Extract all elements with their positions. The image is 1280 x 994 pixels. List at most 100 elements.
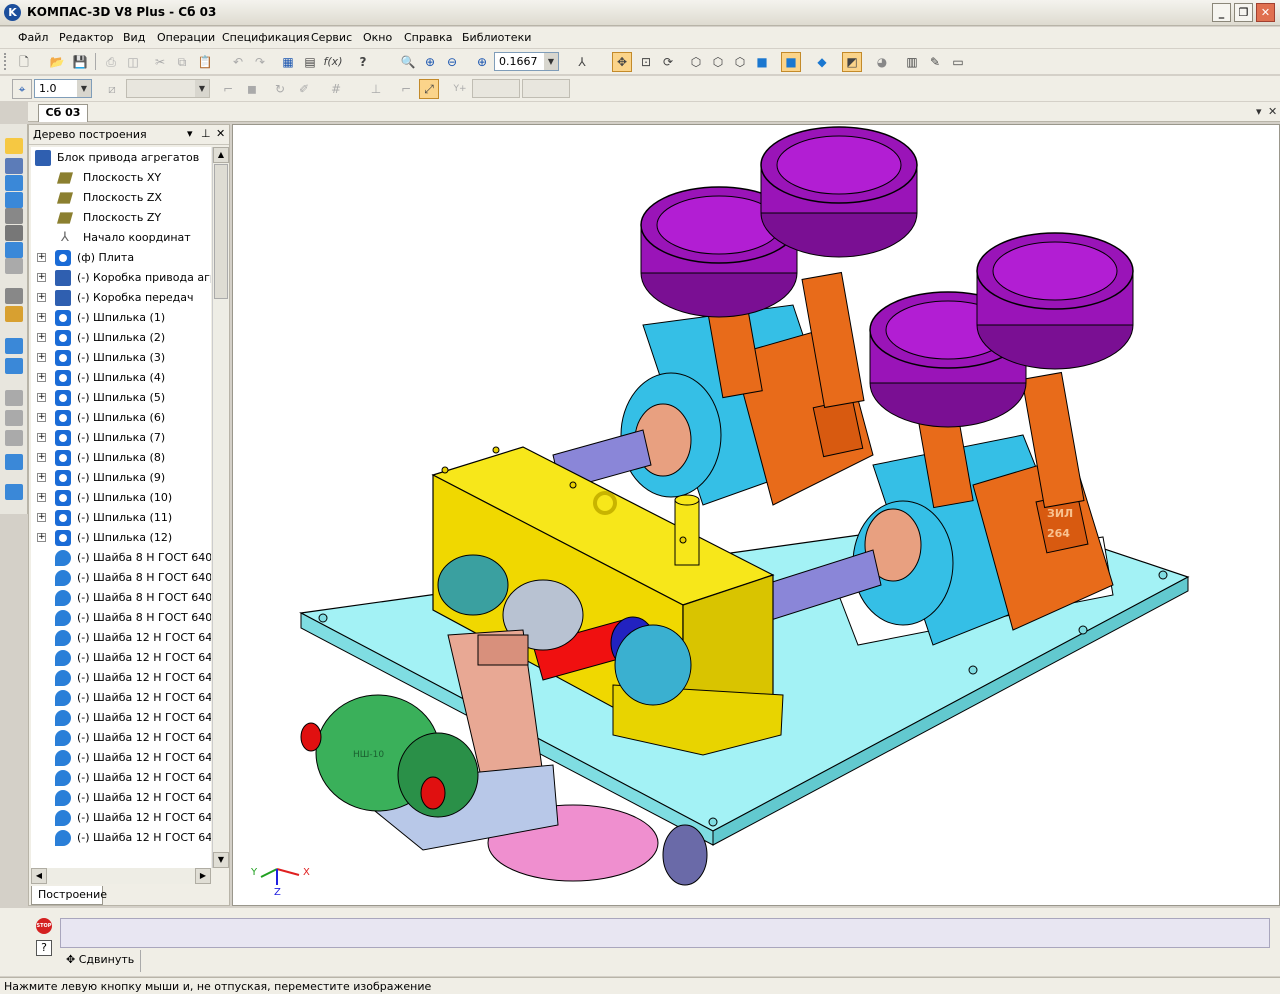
tree-item[interactable]: + (-) Шпилька (8): [31, 448, 211, 468]
chevron-down-icon[interactable]: ▾: [1256, 105, 1262, 118]
save-icon[interactable]: 💾: [70, 52, 90, 72]
edit-part-icon[interactable]: ◼: [242, 79, 262, 99]
tree-item[interactable]: Плоскость ZY: [31, 208, 211, 228]
expand-icon[interactable]: +: [37, 393, 46, 402]
tree-item[interactable]: + (-) Шпилька (10): [31, 488, 211, 508]
move-component-icon[interactable]: [5, 358, 23, 374]
surfaces-icon[interactable]: [5, 175, 23, 191]
restore-button[interactable]: ❐: [1234, 3, 1253, 22]
edit-icon[interactable]: [5, 138, 23, 154]
tree-horizontal-scrollbar[interactable]: ◀ ▶: [31, 868, 211, 884]
perspective-icon[interactable]: ◆: [812, 52, 832, 72]
close-button[interactable]: ✕: [1256, 3, 1275, 22]
local-coordinates-icon[interactable]: ⌖: [12, 79, 32, 99]
sketch-icon[interactable]: ⌐: [218, 79, 238, 99]
new-document-icon[interactable]: 🗋: [14, 52, 34, 72]
tree-item[interactable]: (-) Шайба 12 Н ГОСТ 6402-70: [31, 788, 211, 808]
help-pointer-icon[interactable]: ?: [353, 52, 373, 72]
tree-item[interactable]: (-) Шайба 12 Н ГОСТ 6402-70: [31, 628, 211, 648]
tree-item[interactable]: (-) Шайба 8 Н ГОСТ 6402-70: [31, 588, 211, 608]
menu-specification[interactable]: Спецификация: [222, 31, 309, 44]
close-icon[interactable]: ✕: [216, 127, 225, 140]
zoom-scale-icon[interactable]: ⊕: [472, 52, 492, 72]
chevron-down-icon[interactable]: ▼: [77, 80, 91, 97]
tree-item[interactable]: (-) Шайба 12 Н ГОСТ 6402-70: [31, 648, 211, 668]
tree-item[interactable]: (-) Шайба 12 Н ГОСТ 6402-70: [31, 668, 211, 688]
view-settings-icon[interactable]: ◩: [842, 52, 862, 72]
expand-icon[interactable]: +: [37, 413, 46, 422]
expand-icon[interactable]: +: [37, 313, 46, 322]
manager-icon[interactable]: ▦: [278, 52, 298, 72]
tree-item[interactable]: + (-) Коробка привода агрегатов: [31, 268, 211, 288]
zoom-in-icon[interactable]: ⊕: [420, 52, 440, 72]
tree-item[interactable]: (-) Шайба 12 Н ГОСТ 6402-70: [31, 828, 211, 848]
coord-x-field[interactable]: [472, 79, 520, 98]
tools-icon[interactable]: ✎: [925, 52, 945, 72]
coordinates-icon[interactable]: Y+: [450, 79, 470, 99]
coord-y-field[interactable]: [522, 79, 570, 98]
rotate-icon[interactable]: ⟳: [658, 52, 678, 72]
tree-item[interactable]: (-) Шайба 12 Н ГОСТ 6402-70: [31, 728, 211, 748]
array-icon[interactable]: [5, 454, 23, 470]
tree-item[interactable]: + (-) Шпилька (12): [31, 528, 211, 548]
preview-icon[interactable]: ◫: [123, 52, 143, 72]
expand-icon[interactable]: +: [37, 353, 46, 362]
tree-item[interactable]: + (-) Шпилька (7): [31, 428, 211, 448]
scroll-thumb[interactable]: [214, 164, 228, 299]
report-icon[interactable]: ▥: [902, 52, 922, 72]
chevron-down-icon[interactable]: ▼: [544, 53, 558, 70]
tree-item[interactable]: + (-) Шпилька (6): [31, 408, 211, 428]
zoom-combo[interactable]: 0.1667 ▼: [494, 52, 559, 71]
expand-icon[interactable]: +: [37, 513, 46, 522]
scroll-right-icon[interactable]: ▶: [195, 868, 211, 884]
orientation-icon[interactable]: ⅄: [572, 52, 592, 72]
expand-icon[interactable]: +: [37, 253, 46, 262]
tree-root[interactable]: Блок привода агрегатов: [31, 148, 211, 168]
zoom-out-icon[interactable]: ⊖: [442, 52, 462, 72]
expand-icon[interactable]: +: [37, 473, 46, 482]
tree-item[interactable]: (-) Шайба 8 Н ГОСТ 6402-70: [31, 608, 211, 628]
undo-icon[interactable]: ↶: [228, 52, 248, 72]
tree-item[interactable]: (-) Шайба 8 Н ГОСТ 6402-70: [31, 548, 211, 568]
cut-icon[interactable]: ✂: [150, 52, 170, 72]
filter-icon[interactable]: [5, 242, 23, 258]
extrude-icon[interactable]: [5, 390, 23, 406]
tree-item[interactable]: (-) Шайба 12 Н ГОСТ 6402-70: [31, 808, 211, 828]
measure-icon[interactable]: [5, 208, 23, 224]
round-icon[interactable]: ⌐: [396, 79, 416, 99]
tree-item[interactable]: Плоскость ZX: [31, 188, 211, 208]
expand-icon[interactable]: +: [37, 533, 46, 542]
scroll-left-icon[interactable]: ◀: [31, 868, 47, 884]
toolbar-grip[interactable]: [4, 53, 8, 70]
menu-view[interactable]: Вид: [123, 31, 145, 44]
layer-icon[interactable]: ⧄: [102, 79, 122, 99]
layer-combo[interactable]: ▼: [126, 79, 210, 98]
menu-libraries[interactable]: Библиотеки: [462, 31, 531, 44]
shaded-edges-icon[interactable]: ■: [781, 52, 801, 72]
minimize-button[interactable]: _: [1212, 3, 1231, 22]
tree-item[interactable]: + (-) Шпилька (4): [31, 368, 211, 388]
menu-file[interactable]: Файл: [18, 31, 48, 44]
copy-icon[interactable]: ⧉: [172, 52, 192, 72]
expand-icon[interactable]: +: [37, 433, 46, 442]
tree-item[interactable]: + (-) Шпилька (9): [31, 468, 211, 488]
tab-build[interactable]: Построение: [31, 886, 107, 905]
expand-icon[interactable]: +: [37, 373, 46, 382]
variables-icon[interactable]: f(x): [323, 52, 343, 72]
tree-item[interactable]: + (-) Шпилька (3): [31, 348, 211, 368]
chevron-down-icon[interactable]: ▼: [195, 80, 209, 97]
tree-item[interactable]: + (-) Шпилька (5): [31, 388, 211, 408]
expand-icon[interactable]: +: [37, 293, 46, 302]
auxiliary-geometry-icon[interactable]: [5, 192, 23, 208]
tree-item[interactable]: (-) Шайба 12 Н ГОСТ 6402-70: [31, 768, 211, 788]
menu-editor[interactable]: Редактор: [59, 31, 114, 44]
model-viewport[interactable]: ЗИЛ 264 НШ-10 X Y Z: [232, 124, 1280, 906]
hole-icon[interactable]: [5, 430, 23, 446]
grid-icon[interactable]: #: [326, 79, 346, 99]
axes-icon[interactable]: ⊥: [366, 79, 386, 99]
tree-item[interactable]: (-) Шайба 12 Н ГОСТ 6402-70: [31, 748, 211, 768]
tree-item[interactable]: Плоскость XY: [31, 168, 211, 188]
assembly-icon[interactable]: [5, 484, 23, 500]
tree-item[interactable]: (-) Шайба 8 Н ГОСТ 6402-70: [31, 568, 211, 588]
pan-icon[interactable]: ✥: [612, 52, 632, 72]
